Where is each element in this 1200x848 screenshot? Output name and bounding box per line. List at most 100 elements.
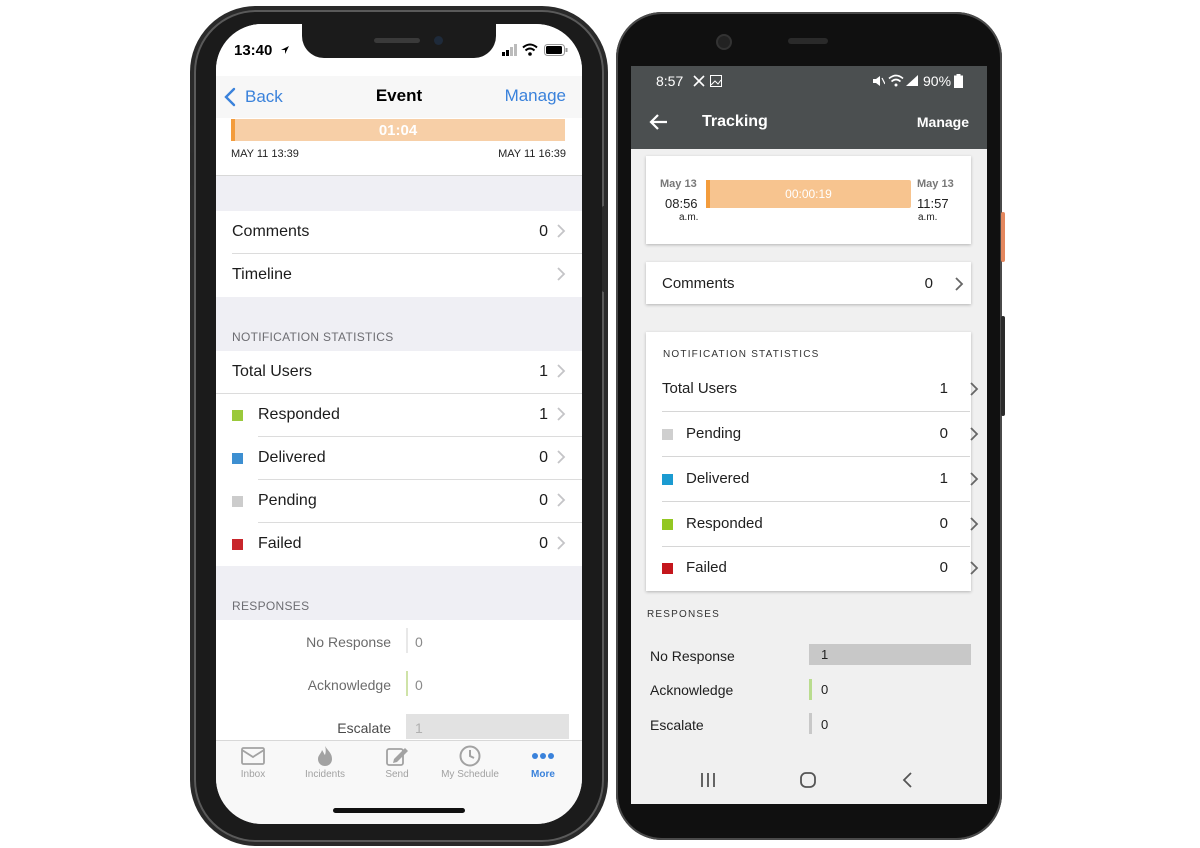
stat-value: 0 — [539, 492, 548, 509]
response-label: No Response — [306, 634, 391, 650]
back-arrow-icon[interactable] — [649, 112, 669, 132]
timeline-row[interactable]: Timeline — [216, 254, 582, 297]
speaker-grille — [374, 38, 420, 43]
stat-label: Responded — [258, 406, 340, 423]
failed-color-swatch — [662, 563, 673, 574]
tab-inbox[interactable]: Inbox — [218, 745, 288, 780]
stat-value: 0 — [939, 559, 948, 576]
comments-card[interactable]: Comments 0 — [646, 262, 971, 304]
tab-label: Inbox — [240, 769, 266, 780]
ios-tab-bar: Inbox Incidents Send My Schedule More — [216, 740, 582, 824]
chevron-right-icon — [557, 536, 566, 550]
responses-chart: No Response 1 Acknowledge 0 Escalate 0 — [631, 636, 987, 746]
stat-row-pending[interactable]: Pending 0 — [662, 412, 979, 457]
recent-apps-icon[interactable] — [699, 772, 717, 788]
stat-label: Delivered — [258, 449, 326, 466]
comments-row[interactable]: Comments 0 — [216, 211, 582, 254]
tab-more[interactable]: More — [508, 745, 578, 780]
compose-icon — [386, 748, 408, 766]
back-nav-icon[interactable] — [901, 771, 915, 789]
notification-stats-card: NOTIFICATION STATISTICS Total Users 1 Pe… — [646, 332, 979, 591]
stat-label: Responded — [686, 515, 763, 532]
stat-value: 1 — [539, 406, 548, 423]
iphone-power-button — [602, 206, 606, 292]
stat-row-pending[interactable]: Pending 0 — [216, 480, 582, 523]
home-icon[interactable] — [799, 771, 817, 789]
comments-label: Comments — [232, 223, 310, 240]
stat-row-delivered[interactable]: Delivered 0 — [216, 437, 582, 480]
timer-bar: 01:04 — [231, 119, 565, 141]
stat-row-failed[interactable]: Failed 0 — [662, 546, 979, 591]
timer-start-ampm: a.m. — [679, 212, 699, 223]
stat-row-responded[interactable]: Responded 1 — [216, 394, 582, 437]
pending-color-swatch — [232, 496, 243, 507]
location-arrow-icon — [281, 46, 289, 54]
responses-header: RESPONSES — [232, 599, 310, 613]
chevron-right-icon — [970, 561, 979, 575]
timer-start-date: May 13 — [660, 178, 697, 190]
timer-end-ampm: a.m. — [918, 212, 938, 223]
home-indicator[interactable] — [333, 808, 465, 813]
stat-row-responded[interactable]: Responded 0 — [662, 502, 979, 547]
chevron-right-icon — [557, 493, 566, 507]
wifi-icon — [522, 43, 538, 56]
delivered-color-swatch — [662, 474, 673, 485]
response-value: 0 — [415, 677, 423, 693]
wifi-icon — [888, 74, 904, 87]
android-nav-bar — [631, 756, 987, 804]
stat-row-total-users[interactable]: Total Users 1 — [662, 367, 979, 412]
response-bar — [809, 644, 971, 665]
timer-bar: 00:00:19 — [706, 180, 911, 208]
tab-incidents[interactable]: Incidents — [290, 745, 360, 780]
chevron-right-icon — [557, 407, 566, 421]
failed-color-swatch — [232, 539, 243, 550]
battery-icon — [544, 44, 568, 56]
responded-color-swatch — [232, 410, 243, 421]
stat-label: Total Users — [232, 363, 313, 380]
appbar-title: Tracking — [702, 113, 768, 130]
tab-label: Incidents — [304, 769, 346, 780]
manage-button[interactable]: Manage — [505, 86, 566, 106]
battery-percent: 90% — [923, 73, 952, 89]
manage-button[interactable]: Manage — [917, 114, 969, 130]
stat-value: 0 — [539, 449, 548, 466]
response-label: Escalate — [650, 717, 704, 733]
pending-color-swatch — [662, 429, 673, 440]
responses-header: RESPONSES — [647, 609, 721, 620]
android-app-bar: Tracking Manage — [631, 96, 987, 149]
response-bar — [406, 671, 408, 696]
stat-value: 1 — [939, 380, 948, 397]
response-value: 0 — [821, 682, 829, 697]
response-value: 1 — [415, 720, 423, 736]
chevron-right-icon — [557, 364, 566, 378]
chevron-right-icon — [557, 267, 566, 281]
timer-end: MAY 11 16:39 — [498, 148, 566, 160]
notification-stats-group: Total Users 1 Responded 1 Delivered 0 Pe… — [216, 351, 582, 566]
tab-send[interactable]: Send — [362, 745, 432, 780]
more-dots-icon — [532, 753, 554, 759]
front-camera — [716, 34, 732, 50]
comments-count: 0 — [924, 275, 933, 292]
timeline-label: Timeline — [232, 266, 292, 283]
delivered-color-swatch — [232, 453, 243, 464]
cellular-signal-icon — [906, 75, 918, 86]
stat-label: Pending — [686, 425, 742, 442]
stat-label: Total Users — [662, 380, 738, 397]
response-bar — [406, 714, 569, 739]
stat-row-total-users[interactable]: Total Users 1 — [216, 351, 582, 394]
timer-end-date: May 13 — [917, 178, 954, 190]
stat-row-delivered[interactable]: Delivered 1 — [662, 457, 979, 502]
battery-icon — [954, 74, 963, 88]
android-status-bar: 8:57 90% — [631, 66, 987, 96]
response-bar — [809, 713, 812, 734]
timer-value: 01:04 — [378, 122, 418, 139]
stat-value: 0 — [939, 515, 948, 532]
tab-label: My Schedule — [441, 769, 499, 780]
stat-row-failed[interactable]: Failed 0 — [216, 523, 582, 566]
timer-end-time: 11:57 — [917, 196, 949, 211]
chevron-right-icon — [557, 450, 566, 464]
tab-my-schedule[interactable]: My Schedule — [435, 745, 505, 780]
iphone-volume-up — [190, 184, 194, 240]
tracking-timer-card: May 13 08:56 a.m. 00:00:19 May 13 11:57 … — [646, 156, 971, 244]
stat-value: 1 — [939, 470, 948, 487]
